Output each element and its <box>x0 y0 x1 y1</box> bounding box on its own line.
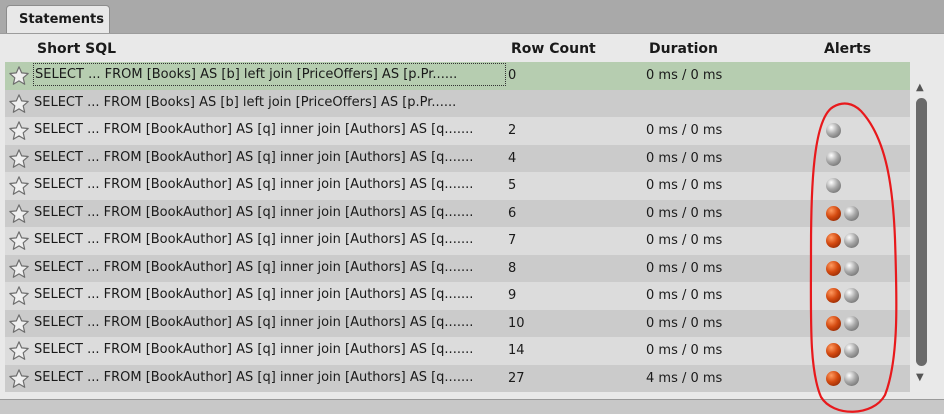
row-count: 2 <box>508 123 517 138</box>
row-sql: SELECT ... FROM [BookAuthor] AS [q] inne… <box>34 287 474 302</box>
star-icon[interactable] <box>8 148 30 170</box>
row-count: 8 <box>508 260 517 276</box>
row-count: 5 <box>508 178 517 193</box>
row-count: 10 <box>508 315 525 331</box>
grey-alert-dot-icon[interactable] <box>844 343 859 358</box>
statements-list: SELECT ... FROM [Books] AS [b] left join… <box>5 62 910 392</box>
table-row[interactable]: SELECT ... FROM [Books] AS [b] left join… <box>5 62 910 90</box>
row-duration: 0 ms / 0 ms <box>646 288 723 303</box>
row-count: 9 <box>508 288 517 303</box>
row-count: 14 <box>508 343 525 358</box>
row-count: 27 <box>508 370 525 386</box>
star-icon[interactable] <box>8 120 30 142</box>
row-sql: SELECT ... FROM [Books] AS [b] left join… <box>34 94 457 110</box>
column-header-duration[interactable]: Duration <box>649 41 718 57</box>
grey-alert-dot-icon[interactable] <box>844 315 859 331</box>
grey-alert-dot-icon[interactable] <box>826 178 841 193</box>
row-sql: SELECT ... FROM [BookAuthor] AS [q] inne… <box>34 342 474 357</box>
star-icon[interactable] <box>8 230 30 252</box>
row-duration: 0 ms / 0 ms <box>646 68 723 83</box>
row-count: 4 <box>508 150 517 166</box>
table-row[interactable]: SELECT ... FROM [BookAuthor] AS [q] inne… <box>5 199 910 227</box>
scroll-down-arrow-icon[interactable]: ▼ <box>916 373 924 383</box>
row-duration: 0 ms / 0 ms <box>646 150 723 166</box>
star-icon[interactable] <box>8 368 30 390</box>
row-sql: SELECT ... FROM [Books] AS [b] left join… <box>33 63 506 86</box>
row-sql: SELECT ... FROM [BookAuthor] AS [q] inne… <box>34 122 474 137</box>
row-sql: SELECT ... FROM [BookAuthor] AS [q] inne… <box>34 259 474 275</box>
grey-alert-dot-icon[interactable] <box>826 123 841 138</box>
red-alert-dot-icon[interactable] <box>826 370 841 386</box>
red-alert-dot-icon[interactable] <box>826 315 841 331</box>
table-row[interactable]: SELECT ... FROM [BookAuthor] AS [q] inne… <box>5 172 910 200</box>
table-row[interactable]: SELECT ... FROM [Books] AS [b] left join… <box>5 89 910 117</box>
grey-alert-dot-icon[interactable] <box>844 260 859 276</box>
column-header-short-sql[interactable]: Short SQL <box>37 41 116 57</box>
row-count: 0 <box>508 68 517 83</box>
row-sql: SELECT ... FROM [BookAuthor] AS [q] inne… <box>34 232 474 247</box>
row-duration: 0 ms / 0 ms <box>646 233 723 248</box>
red-alert-dot-icon[interactable] <box>826 343 841 358</box>
red-alert-dot-icon[interactable] <box>826 233 841 248</box>
red-alert-dot-icon[interactable] <box>826 288 841 303</box>
row-duration: 0 ms / 0 ms <box>646 260 723 276</box>
star-icon[interactable] <box>8 65 30 87</box>
row-alerts <box>826 178 844 194</box>
row-duration: 0 ms / 0 ms <box>646 178 723 193</box>
tab-strip: Statements <box>0 0 944 34</box>
grey-alert-dot-icon[interactable] <box>826 150 841 166</box>
row-count: 7 <box>508 233 517 248</box>
bottom-bar <box>0 399 944 414</box>
row-duration: 0 ms / 0 ms <box>646 205 723 221</box>
grey-alert-dot-icon[interactable] <box>844 205 859 221</box>
column-header-row-count[interactable]: Row Count <box>511 41 596 57</box>
grey-alert-dot-icon[interactable] <box>844 370 859 386</box>
grey-alert-dot-icon[interactable] <box>844 233 859 248</box>
row-sql: SELECT ... FROM [BookAuthor] AS [q] inne… <box>34 177 474 192</box>
table-row[interactable]: SELECT ... FROM [BookAuthor] AS [q] inne… <box>5 144 910 172</box>
row-count: 6 <box>508 205 517 221</box>
row-duration: 0 ms / 0 ms <box>646 343 723 358</box>
red-alert-dot-icon[interactable] <box>826 260 841 276</box>
row-alerts <box>826 123 844 139</box>
table-row[interactable]: SELECT ... FROM [BookAuthor] AS [q] inne… <box>5 254 910 282</box>
row-alerts <box>826 370 862 387</box>
row-sql: SELECT ... FROM [BookAuthor] AS [q] inne… <box>34 369 474 385</box>
star-icon[interactable] <box>8 203 30 225</box>
scroll-up-arrow-icon[interactable]: ▲ <box>916 83 924 93</box>
star-icon[interactable] <box>8 340 30 362</box>
row-sql: SELECT ... FROM [BookAuthor] AS [q] inne… <box>34 314 474 330</box>
table-row[interactable]: SELECT ... FROM [BookAuthor] AS [q] inne… <box>5 117 910 145</box>
row-alerts <box>826 260 862 277</box>
tab-statements[interactable]: Statements <box>6 5 110 34</box>
grey-alert-dot-icon[interactable] <box>844 288 859 303</box>
table-row[interactable]: SELECT ... FROM [BookAuthor] AS [q] inne… <box>5 309 910 337</box>
row-alerts <box>826 315 862 332</box>
red-alert-dot-icon[interactable] <box>826 205 841 221</box>
column-header-alerts[interactable]: Alerts <box>824 41 871 57</box>
table-row[interactable]: SELECT ... FROM [BookAuthor] AS [q] inne… <box>5 282 910 310</box>
row-alerts <box>826 205 862 222</box>
row-alerts <box>826 343 862 359</box>
row-duration: 4 ms / 0 ms <box>646 370 723 386</box>
table-row[interactable]: SELECT ... FROM [BookAuthor] AS [q] inne… <box>5 227 910 255</box>
star-icon[interactable] <box>8 93 30 115</box>
star-icon[interactable] <box>8 285 30 307</box>
row-sql: SELECT ... FROM [BookAuthor] AS [q] inne… <box>34 149 474 165</box>
row-sql: SELECT ... FROM [BookAuthor] AS [q] inne… <box>34 204 474 220</box>
statements-panel: Short SQL Row Count Duration Alerts SELE… <box>0 33 944 399</box>
table-row[interactable]: SELECT ... FROM [BookAuthor] AS [q] inne… <box>5 337 910 365</box>
star-icon[interactable] <box>8 258 30 280</box>
row-alerts <box>826 150 844 167</box>
star-icon[interactable] <box>8 313 30 335</box>
star-icon[interactable] <box>8 175 30 197</box>
table-row[interactable]: SELECT ... FROM [BookAuthor] AS [q] inne… <box>5 364 910 392</box>
row-alerts <box>826 288 862 304</box>
row-duration: 0 ms / 0 ms <box>646 123 723 138</box>
scrollbar-thumb[interactable] <box>916 98 927 366</box>
row-alerts <box>826 233 862 249</box>
vertical-scrollbar[interactable]: ▲ ▼ <box>913 83 930 383</box>
row-duration: 0 ms / 0 ms <box>646 315 723 331</box>
